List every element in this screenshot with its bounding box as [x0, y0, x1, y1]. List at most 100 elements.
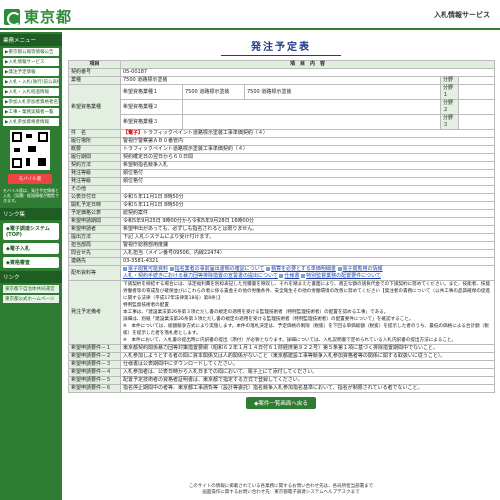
desired3-label: 希望資格業種３ — [120, 114, 183, 130]
sidebar-link-joint[interactable]: 東京都下自治体共同運営 — [3, 284, 59, 293]
table-row: 契約方法 希望制指名競争入札 — [68, 161, 496, 170]
announce-date-value: 令和５年11月1日 8時50分 — [119, 193, 496, 202]
row-label: 発注等級 — [68, 177, 121, 186]
table-row: 連絡先 03-3581-4321 — [68, 257, 496, 266]
sidebar-item-koho[interactable]: ▶東京都公報等情報公告 — [3, 48, 59, 56]
doc-link-specification[interactable]: 仕様書 — [284, 273, 299, 279]
sidebar-item-results[interactable]: ▶入札・入札経過情報 — [3, 88, 59, 96]
row-label: 希望資格業種 — [68, 84, 121, 130]
table-row: 件 名 【電子】トラフィックペイント道路標示塗装工事単価契約（４） — [68, 129, 496, 138]
row-label: 希望申請要件－３ — [68, 360, 121, 369]
doc-link-unit-price[interactable]: 積算を必要とする単価明細書 — [271, 266, 336, 272]
table-row: 契約番号 05-00187 — [68, 68, 496, 77]
sidebar-item-qualification-info[interactable]: ▶入札参加資格者情報 — [3, 118, 59, 126]
table-row: 問合せ先 入札担当（メイン番号09506、内線22474） — [68, 249, 496, 258]
document-icon — [279, 273, 284, 278]
sidebar-section-links: リンク集 — [0, 207, 62, 220]
table-row: その他 — [68, 185, 496, 194]
sidebar-link-tokyo-official[interactable]: 東京都公式ホームページ — [3, 294, 59, 303]
row-label: 公表日付日 — [68, 193, 121, 202]
desired1-a: 7500 道路標示塗装 — [182, 84, 245, 100]
row-label: 連絡先 — [68, 257, 121, 266]
row-label: 発注等級 — [68, 169, 121, 178]
req4-value: 入札参加者は、公表日時から入札日までの間において、電子上にて添付してください。 — [119, 368, 496, 377]
row-label: 発注予定備考 — [68, 280, 121, 345]
row-label: 希望申請期間 — [68, 217, 121, 226]
main-content: 発注予定表 項目 項 目 内 容 契約番号 05-00187 業種 7500 道… — [68, 34, 496, 409]
desired1-label: 希望資格業種１ — [120, 84, 183, 100]
grade3-label: 分野３ — [440, 114, 459, 130]
row-label: 件 名 — [68, 129, 121, 138]
notes-value: 下請契約を締結する場合には、法定福利費を別枠表記した見積書を徴収し、それを踏まえ… — [119, 280, 496, 345]
row-label: 希望申請要件－６ — [68, 384, 121, 393]
doc-link-viewing-info[interactable]: 電子閲覧用の情報 — [343, 266, 383, 272]
sidebar-item-qualified-list[interactable]: ▶参加入札参加者資格者名簿 — [3, 98, 59, 106]
doc-link-electronic[interactable]: 電子閲覧可能資料 — [128, 266, 168, 272]
row-label: 希望申請要件－５ — [68, 376, 121, 385]
row-label: 担当部局 — [68, 241, 121, 250]
row-label: 契約方法 — [68, 161, 121, 170]
logo-text: 東京都 — [24, 8, 73, 26]
mobile-note: モバイル版は、発注予定情報と入札（見積）経過情報が閲覧できます。 — [3, 188, 59, 204]
grade-value — [457, 76, 496, 85]
sidebar-item-plan[interactable]: ▶発注予定情報 — [3, 68, 59, 76]
row-label: 業種 — [68, 76, 121, 85]
back-to-list-button[interactable]: ◆案件一覧画面へ戻る — [246, 397, 316, 409]
period-value: 契約確定日の翌日から６０日間 — [119, 153, 496, 162]
row-label: 開札予定日時 — [68, 201, 121, 210]
requirement-value: 順位格付 — [119, 177, 496, 186]
electronic-tag: 【電子】 — [123, 130, 144, 136]
mobile-version-button[interactable]: モバイル版 — [8, 174, 52, 184]
sidebar-item-pre-announce[interactable]: ▶入札・入札(執行)前公表情報 — [3, 78, 59, 86]
table-row: 担当部局 警視庁総務部用度課 — [68, 241, 496, 250]
place-value: 警視庁警察署ＡＢ０番管内 — [119, 137, 496, 146]
table-row: 希望資格業種 希望資格業種１ 7500 道路標示塗装 7500 道路標示塗装 分… — [68, 84, 496, 130]
row-label: 履行場所 — [68, 137, 121, 146]
document-icon — [301, 273, 306, 278]
table-row: 提出方法 下記 入札システムにより受け付けます。 — [68, 233, 496, 242]
sidebar-link-qualification[interactable]: ◆資格審査 — [3, 256, 59, 268]
req3-value: 仕様書は公表期間中にダウンロードしてください。 — [119, 360, 496, 369]
open-value: 令和５年11月1日 8時50分 — [119, 201, 496, 210]
grade1-label: 分野１ — [440, 84, 459, 100]
row-label: 履行期間 — [68, 153, 121, 162]
document-icon — [123, 266, 127, 271]
inquiry-value: 入札担当（メイン番号09506、内線22474） — [119, 249, 496, 258]
col-header-content: 項 目 内 容 — [119, 60, 496, 69]
req5-value: 配置予定技術者の資格者証明書は、東京都で指定する方式で登録してください。 — [119, 376, 496, 385]
row-label: 希望申請要件－１ — [68, 344, 121, 353]
tokyo-logo[interactable]: 東京都 — [4, 6, 72, 27]
table-row: 希望申請要件－２ 入札参加しようとする者の間に資本関係又は人的関係がないこと（東… — [68, 352, 496, 361]
tokyo-mark-icon — [4, 8, 21, 26]
docs-value: 電子閲覧可能資料 指名業者の事前届出書類の確認について 積算を必要とする単価明細… — [119, 265, 496, 281]
sidebar-link-e-bid[interactable]: ◆電子入札 — [3, 242, 59, 254]
tel-value: 03-3581-4321 — [119, 257, 496, 266]
table-row: 配布資料等 電子閲覧可能資料 指名業者の事前届出書類の確認について 積算を必要と… — [68, 265, 496, 281]
document-icon — [169, 266, 174, 271]
sidebar-item-achievements[interactable]: ▶工事・業務実績者一覧 — [3, 108, 59, 116]
submit-value: 下記 入札システムにより受け付けます。 — [119, 233, 496, 242]
row-label: その他 — [68, 185, 121, 194]
table-row: 履行期間 契約確定日の翌日から６０日間 — [68, 153, 496, 162]
table-row: 発注予定備考 下請契約を締結する場合には、法定福利費を別枠表記した見積書を徴収し… — [68, 280, 496, 345]
table-row: 概要 トラフィックペイント道路標示塗装工事単価契約（４） — [68, 145, 496, 154]
dept-value: 順位格付 — [119, 169, 496, 178]
select-value: 希望申出があっても、必ずしも指名されるとは限りません。 — [119, 225, 496, 234]
doc-link-nominee-check[interactable]: 指名業者の事前届出書類の確認について — [175, 266, 265, 272]
table-row: 開札予定日時 令和５年11月1日 8時50分 — [68, 201, 496, 210]
category-value: 7500 道路標示塗装 — [120, 76, 441, 85]
row-label: 概要 — [68, 145, 121, 154]
document-icon — [337, 266, 342, 271]
sidebar-item-info-service[interactable]: ▶入札情報サービス — [3, 58, 59, 66]
doc-link-antigang-pledge[interactable]: 入札・契約手続きにおける暴力団等排除措置の宣誓書の提出について — [123, 273, 278, 279]
row-label: 契約番号 — [68, 68, 121, 77]
project-name-text: トラフィックペイント道路標示塗装工事単価契約（４） — [143, 130, 268, 136]
doc-link-supervisor[interactable]: 特別監督業務の配置要件について — [306, 273, 381, 279]
contact-value: 警視庁総務部用度課 — [119, 241, 496, 250]
sidebar-link-procurement-top[interactable]: ◆電子調達システム(TOP) — [3, 222, 59, 240]
grade2-label: 分野２ — [440, 99, 459, 115]
col-header-item: 項目 — [68, 60, 121, 69]
footer-line-2: 画面操作に関するお問い合わせ先：東京都電子調達システムヘルプデスクまで — [202, 490, 360, 495]
req6-value: 指名停止期間中の者等、東京都工事請負等（設計等委託）指名競争入札参加指名基準にお… — [119, 384, 496, 393]
apply-value: 令和5年9月25日 9時00分から令和5年9月28日 16時00分 — [119, 217, 496, 226]
